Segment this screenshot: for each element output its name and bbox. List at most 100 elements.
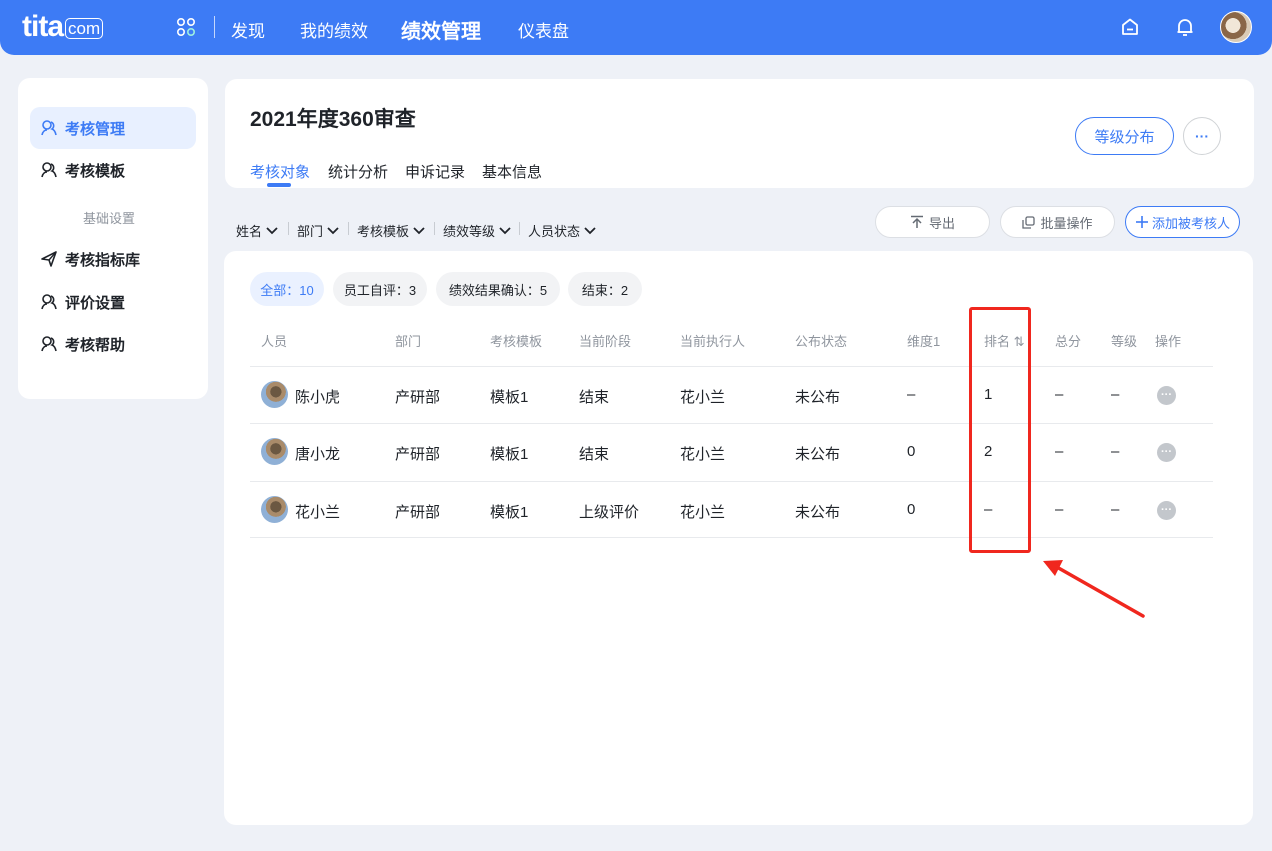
nav-dashboard[interactable]: 仪表盘 xyxy=(518,17,569,42)
send-icon xyxy=(41,251,57,267)
sidebar-item-label: 考核模板 xyxy=(65,162,126,180)
people-icon xyxy=(41,162,57,178)
batch-label: 批量操作 xyxy=(1040,215,1093,231)
export-label: 导出 xyxy=(928,215,955,231)
sidebar-item-assessment-management[interactable]: 考核管理 xyxy=(30,107,196,149)
user-avatar[interactable] xyxy=(1220,11,1252,43)
cell-template: 模板1 xyxy=(490,504,529,521)
people-icon xyxy=(41,336,57,352)
cell-department: 产研部 xyxy=(395,446,441,463)
sidebar-item-assessment-help[interactable]: 考核帮助 xyxy=(30,323,196,365)
plus-icon xyxy=(1135,216,1148,228)
add-assessee-button[interactable]: 添加被考核人 xyxy=(1125,206,1240,238)
tab-appeal-records[interactable]: 申诉记录 xyxy=(405,161,465,182)
nav-performance-management[interactable]: 绩效管理 xyxy=(401,15,481,44)
row-more-button[interactable]: ··· xyxy=(1157,443,1176,462)
cell-executor: 花小兰 xyxy=(680,389,726,406)
chevron-down-icon xyxy=(584,226,596,234)
cell-publish-status: 未公布 xyxy=(795,504,841,521)
sidebar-item-label: 考核管理 xyxy=(65,120,126,138)
filter-template[interactable]: 考核模板 xyxy=(357,221,425,240)
page-title: 2021年度360审查 xyxy=(250,108,416,131)
filter-person-status[interactable]: 人员状态 xyxy=(528,221,596,240)
sidebar-item-indicator-library[interactable]: 考核指标库 xyxy=(30,238,196,280)
column-header-department: 部门 xyxy=(395,334,422,349)
cell-person: 花小兰 xyxy=(295,504,341,521)
column-header-grade: 等级 xyxy=(1111,334,1138,349)
cell-template: 模板1 xyxy=(490,446,529,463)
cell-total-score: – xyxy=(1055,501,1064,518)
row-more-button[interactable]: ··· xyxy=(1157,386,1176,405)
tab-statistics[interactable]: 统计分析 xyxy=(328,161,388,182)
filter-divider xyxy=(348,222,349,235)
more-options-button[interactable]: ··· xyxy=(1183,117,1221,155)
cell-executor: 花小兰 xyxy=(680,504,726,521)
chip-self-review[interactable]: 员工自评：3 xyxy=(333,272,427,306)
avatar xyxy=(261,381,288,408)
chevron-down-icon xyxy=(499,226,511,234)
assessment-table-card: 全部：10 员工自评：3 绩效结果确认：5 结束：2 人员 部门 考核模板 当前… xyxy=(224,251,1253,825)
chevron-down-icon xyxy=(327,226,339,234)
cell-executor: 花小兰 xyxy=(680,446,726,463)
grade-distribution-button[interactable]: 等级分布 xyxy=(1075,117,1174,155)
chip-finished[interactable]: 结束：2 xyxy=(568,272,642,306)
people-icon xyxy=(41,294,57,310)
sidebar: 考核管理 考核模板 基础设置 考核指标库 评价设置 考核帮助 xyxy=(18,78,208,399)
nav-my-performance[interactable]: 我的绩效 xyxy=(300,17,368,42)
filter-label: 人员状态 xyxy=(528,224,581,239)
cell-person: 唐小龙 xyxy=(295,446,341,463)
filter-divider xyxy=(434,222,435,235)
apps-icon[interactable] xyxy=(176,17,196,37)
cell-dimension-1: 0 xyxy=(907,443,916,460)
nav-discover[interactable]: 发现 xyxy=(231,17,265,42)
sidebar-item-basic-settings[interactable]: 基础设置 xyxy=(83,208,135,227)
tab-basic-info[interactable]: 基本信息 xyxy=(482,161,542,182)
sidebar-item-evaluation-settings[interactable]: 评价设置 xyxy=(30,281,196,323)
cell-stage: 结束 xyxy=(579,446,610,463)
filter-label: 绩效等级 xyxy=(443,224,496,239)
column-header-stage: 当前阶段 xyxy=(579,334,632,349)
column-header-person: 人员 xyxy=(261,334,288,349)
active-tab-indicator xyxy=(267,183,291,187)
cell-stage: 上级评价 xyxy=(579,504,640,521)
annotation-arrow-icon xyxy=(1043,560,1145,618)
sidebar-item-label: 评价设置 xyxy=(65,294,126,312)
column-header-publish-status: 公布状态 xyxy=(795,334,848,349)
tita-logo[interactable]: tita com xyxy=(22,10,104,44)
bell-icon[interactable] xyxy=(1174,16,1196,38)
filter-label: 考核模板 xyxy=(357,224,410,239)
batch-operation-button[interactable]: 批量操作 xyxy=(1000,206,1115,238)
assessment-header-card: 2021年度360审查 考核对象 统计分析 申诉记录 基本信息 等级分布 ··· xyxy=(225,79,1254,188)
column-header-template: 考核模板 xyxy=(490,334,543,349)
cell-stage: 结束 xyxy=(579,389,610,406)
row-more-button[interactable]: ··· xyxy=(1157,501,1176,520)
table-row[interactable]: 陈小虎 产研部 模板1 结束 花小兰 未公布 – 1 – – ··· xyxy=(250,366,1213,423)
cell-total-score: – xyxy=(1055,386,1064,403)
export-button[interactable]: 导出 xyxy=(875,206,990,238)
home-icon[interactable] xyxy=(1119,16,1141,38)
table-row[interactable]: 唐小龙 产研部 模板1 结束 花小兰 未公布 0 2 – – ··· xyxy=(250,423,1213,480)
rank-column-highlight xyxy=(969,307,1031,553)
cell-department: 产研部 xyxy=(395,504,441,521)
filter-divider xyxy=(519,222,520,235)
filter-department[interactable]: 部门 xyxy=(297,221,339,240)
chip-result-confirm[interactable]: 绩效结果确认：5 xyxy=(436,272,560,306)
cell-grade: – xyxy=(1111,386,1120,403)
top-navigation-bar: tita com 发现 我的绩效 绩效管理 仪表盘 xyxy=(0,0,1272,55)
sidebar-item-assessment-template[interactable]: 考核模板 xyxy=(30,149,196,191)
cell-dimension-1: 0 xyxy=(907,501,916,518)
add-label: 添加被考核人 xyxy=(1151,215,1230,231)
chevron-down-icon xyxy=(266,226,278,234)
filter-name[interactable]: 姓名 xyxy=(236,221,278,240)
filter-divider xyxy=(288,222,289,235)
cell-person: 陈小虎 xyxy=(295,389,341,406)
nav-divider xyxy=(214,16,215,38)
table-row[interactable]: 花小兰 产研部 模板1 上级评价 花小兰 未公布 0 – – – ··· xyxy=(250,481,1213,538)
filter-grade[interactable]: 绩效等级 xyxy=(443,221,511,240)
tab-assessment-objects[interactable]: 考核对象 xyxy=(250,161,310,182)
chip-all[interactable]: 全部：10 xyxy=(250,272,324,306)
cell-publish-status: 未公布 xyxy=(795,446,841,463)
cell-department: 产研部 xyxy=(395,389,441,406)
people-icon xyxy=(41,120,57,136)
sidebar-item-label: 考核指标库 xyxy=(65,251,141,269)
